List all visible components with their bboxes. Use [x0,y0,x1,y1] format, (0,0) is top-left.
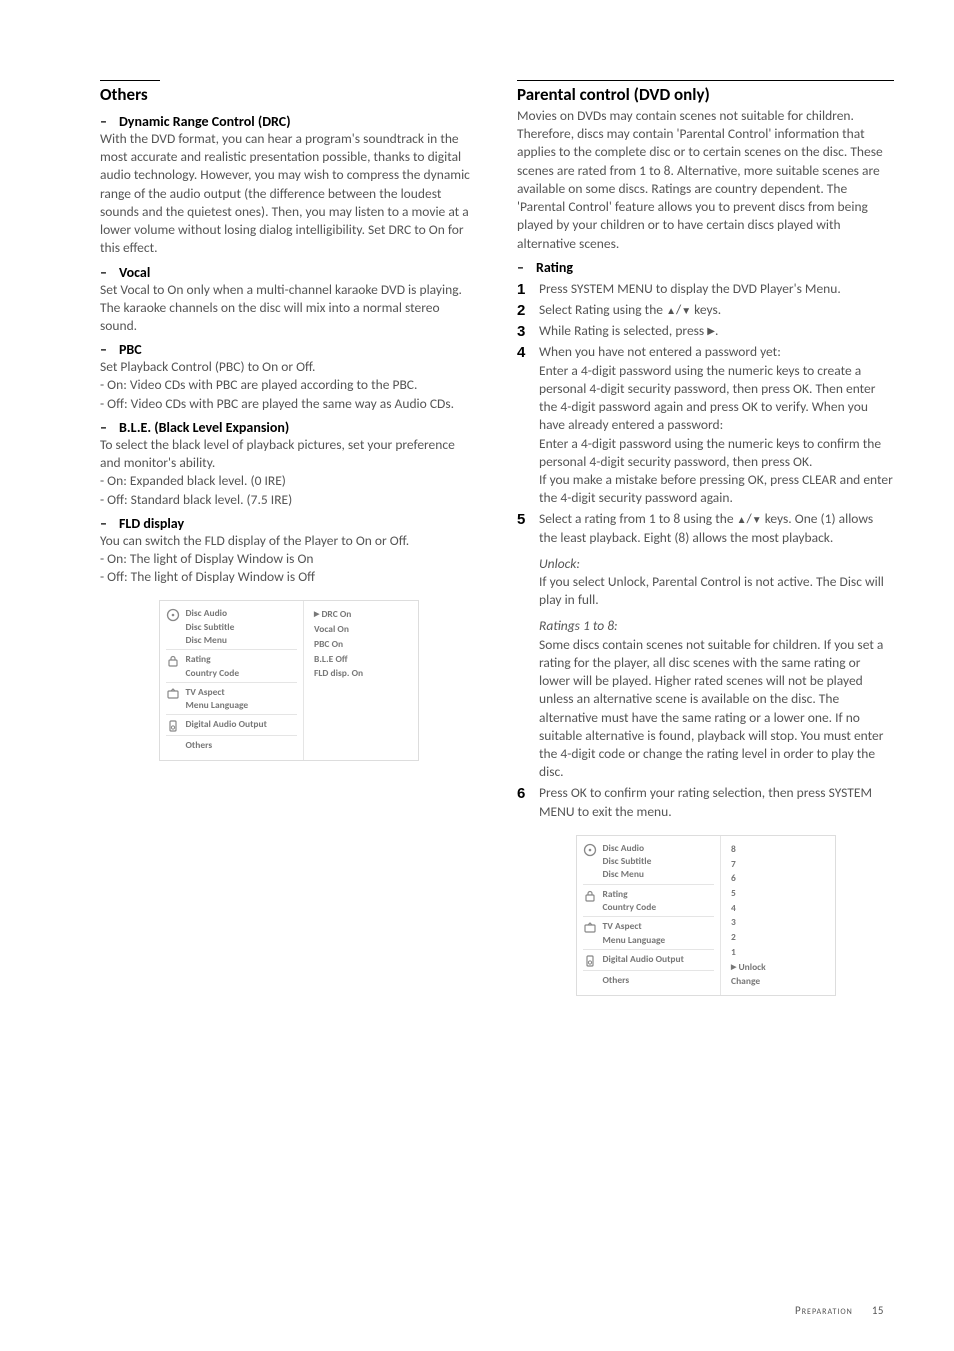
speaker-icon [166,719,180,733]
rating-steps: 1Press SYSTEM MENU to display the DVD Pl… [517,280,894,821]
menu-others: Others [186,739,213,752]
ble-l3: - Off: Standard black level. (7.5 IRE) [100,491,477,509]
rating-2: 2 [731,930,828,945]
menu2-tv-aspect: TV Aspect [603,920,666,933]
step-3a: While Rating is selected, press [539,322,707,339]
menu-menu-language: Menu Language [186,699,249,712]
rating-4: 4 [731,901,828,916]
menu2-disc-audio: Disc Audio [603,842,652,855]
rating-3: 3 [731,915,828,930]
ble-l1: To select the black level of playback pi… [100,436,477,472]
parental-heading: Parental control (DVD only) [517,80,894,105]
tv-icon [583,921,597,935]
step-3b: . [715,322,718,339]
footer-page-number: 15 [872,1304,884,1317]
menu2-rating: Rating [603,888,657,901]
menu2-disc-subtitle: Disc Subtitle [603,855,652,868]
up-arrow-icon [666,301,676,318]
pbc-heading: PBC [100,341,477,358]
fld-heading: FLD display [100,515,477,532]
menu-disc-menu: Disc Menu [186,634,235,647]
disc-icon [166,608,180,622]
menu-rating: Rating [186,653,240,666]
menu-digital-audio: Digital Audio Output [186,718,267,731]
fld-l1: You can switch the FLD display of the Pl… [100,532,477,550]
menu-country-code: Country Code [186,667,240,680]
step-5a: Select a rating from 1 to 8 using the [539,510,737,527]
ble-l2: - On: Expanded black level. (0 IRE) [100,472,477,490]
tv-icon [166,687,180,701]
step-6: Press OK to confirm your rating selectio… [539,784,872,819]
left-column: Others Dynamic Range Control (DRC) With … [100,80,477,996]
speaker-icon [583,954,597,968]
parental-intro: Movies on DVDs may contain scenes not su… [517,107,894,253]
ble-heading: B.L.E. (Black Level Expansion) [100,419,477,436]
osd-menu-rating: Disc Audio Disc Subtitle Disc Menu Ratin… [576,835,836,996]
menu-tv-aspect: TV Aspect [186,686,249,699]
rating-5: 5 [731,886,828,901]
menu2-country-code: Country Code [603,901,657,914]
unlock-body: If you select Unlock, Parental Control i… [539,573,894,609]
rating-unlock: Unlock [731,960,828,975]
step-2a: Select Rating using the [539,301,666,318]
vocal-body: Set Vocal to On only when a multi-channe… [100,281,477,336]
menu-ble-off: B.L.E Off [314,652,411,667]
rating-8: 8 [731,842,828,857]
pbc-l2: - On: Video CDs with PBC are played acco… [100,376,477,394]
fld-l3: - Off: The light of Display Window is Of… [100,568,477,586]
footer-section: Preparation [795,1304,853,1317]
rating-heading: Rating [517,259,894,276]
step-4: When you have not entered a password yet… [539,343,893,506]
osd-right-pane: DRC On Vocal On PBC On B.L.E Off FLD dis… [303,601,417,760]
menu-fld-on: FLD disp. On [314,666,411,681]
rating-7: 7 [731,857,828,872]
rating-change: Change [731,974,828,989]
right-column: Parental control (DVD only) Movies on DV… [517,80,894,996]
ratings18-heading: Ratings 1 to 8: [539,617,894,635]
osd-right-pane-2: 8 7 6 5 4 3 2 1 Unlock Change [720,836,834,995]
drc-body: With the DVD format, you can hear a prog… [100,130,477,258]
menu-vocal-on: Vocal On [314,622,411,637]
fld-l2: - On: The light of Display Window is On [100,550,477,568]
ratings18-body: Some discs contain scenes not suitable f… [539,636,894,782]
right-arrow-icon [707,322,715,339]
pbc-l3: - Off: Video CDs with PBC are played the… [100,395,477,413]
lock-icon [583,889,597,903]
menu2-digital-audio: Digital Audio Output [603,953,684,966]
menu-pbc-on: PBC On [314,637,411,652]
step-1: Press SYSTEM MENU to display the DVD Pla… [539,280,841,297]
rating-6: 6 [731,871,828,886]
menu2-others: Others [603,974,630,987]
disc-icon [583,843,597,857]
pbc-l1: Set Playback Control (PBC) to On or Off. [100,358,477,376]
others-heading: Others [100,80,160,105]
menu2-disc-menu: Disc Menu [603,868,652,881]
osd-menu-others: Disc Audio Disc Subtitle Disc Menu Ratin… [159,600,419,761]
lock-icon [166,654,180,668]
menu-drc-on: DRC On [314,607,411,622]
unlock-heading: Unlock: [539,555,894,573]
down-arrow-icon [681,301,691,318]
up-arrow-icon [737,510,747,527]
page-footer: Preparation 15 [795,1304,884,1317]
menu2-menu-language: Menu Language [603,934,666,947]
osd-left-pane: Disc Audio Disc Subtitle Disc Menu Ratin… [160,601,304,760]
down-arrow-icon [752,510,762,527]
vocal-heading: Vocal [100,264,477,281]
menu-disc-subtitle: Disc Subtitle [186,621,235,634]
menu-disc-audio: Disc Audio [186,607,235,620]
rating-1: 1 [731,945,828,960]
osd-left-pane-2: Disc Audio Disc Subtitle Disc Menu Ratin… [577,836,721,995]
step-2b: keys. [691,301,721,318]
drc-heading: Dynamic Range Control (DRC) [100,113,477,130]
